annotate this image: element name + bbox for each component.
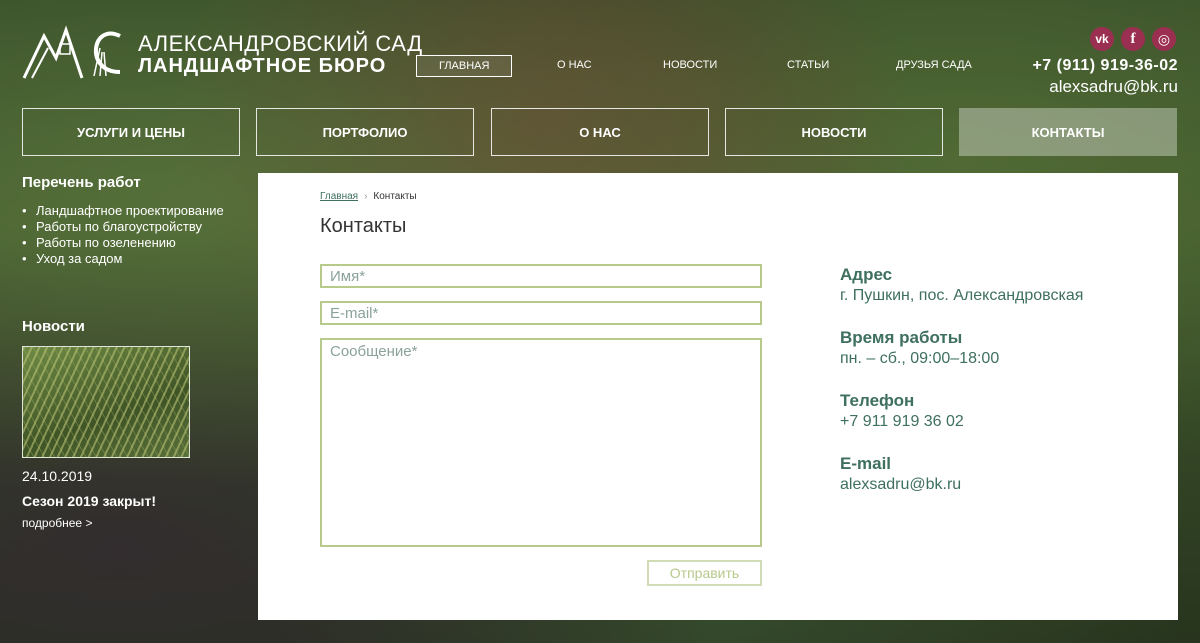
works-item-design[interactable]: Ландшафтное проектирование <box>22 203 224 219</box>
send-button[interactable]: Отправить <box>647 560 762 586</box>
news-more-link[interactable]: подробнее > <box>22 516 92 530</box>
logo-subtitle: ЛАНДШАФТНОЕ БЮРО <box>138 55 387 77</box>
breadcrumb-home[interactable]: Главная <box>320 191 358 202</box>
message-textarea[interactable] <box>320 338 762 547</box>
hours-label: Время работы <box>840 328 963 347</box>
logo-title: АЛЕКСАНДРОВСКИЙ САД <box>138 31 423 56</box>
top-nav-articles[interactable]: СТАТЬИ <box>787 55 829 75</box>
contact-phone: Телефон +7 911 919 36 02 <box>840 391 964 431</box>
works-item-care[interactable]: Уход за садом <box>22 251 224 267</box>
top-nav-about[interactable]: О НАС <box>557 55 592 75</box>
works-list: Ландшафтное проектирование Работы по бла… <box>22 203 224 267</box>
hours-value: пн. – сб., 09:00–18:00 <box>840 350 1000 367</box>
address-value: г. Пушкин, пос. Александровская <box>840 287 1084 304</box>
contact-email: E-mail alexsadru@bk.ru <box>840 454 961 494</box>
breadcrumb-current: Контакты <box>373 191 417 202</box>
works-item-improvement[interactable]: Работы по благоустройству <box>22 219 224 235</box>
contact-hours: Время работы пн. – сб., 09:00–18:00 <box>840 328 999 368</box>
email-input[interactable] <box>320 301 762 325</box>
news-title[interactable]: Сезон 2019 закрыт! <box>22 493 156 509</box>
header-email[interactable]: alexsadru@bk.ru <box>1049 77 1178 97</box>
contact-address: Адрес г. Пушкин, пос. Александровская <box>840 265 1083 305</box>
header-phone[interactable]: +7 (911) 919-36-02 <box>1032 57 1178 75</box>
site-logo[interactable]: АЛЕКСАНДРОВСКИЙ САД ЛАНДШАФТНОЕ БЮРО <box>22 22 422 82</box>
instagram-icon[interactable]: ◎ <box>1152 27 1176 51</box>
logo-mark-icon <box>22 25 121 79</box>
works-item-greening[interactable]: Работы по озеленению <box>22 235 224 251</box>
top-nav-friends[interactable]: ДРУЗЬЯ САДА <box>896 55 972 75</box>
facebook-icon[interactable]: f <box>1121 27 1145 51</box>
main-nav-news[interactable]: НОВОСТИ <box>725 108 943 156</box>
main-nav-contacts[interactable]: КОНТАКТЫ <box>959 108 1177 156</box>
main-nav-services[interactable]: УСЛУГИ И ЦЕНЫ <box>22 108 240 156</box>
name-input[interactable] <box>320 264 762 288</box>
news-section-title: Новости <box>22 318 85 335</box>
phone-value[interactable]: +7 911 919 36 02 <box>840 413 964 431</box>
address-label: Адрес <box>840 265 893 284</box>
breadcrumb-separator-icon: › <box>364 191 368 202</box>
news-thumbnail[interactable] <box>22 346 190 458</box>
works-title: Перечень работ <box>22 174 141 191</box>
top-nav-home[interactable]: ГЛАВНАЯ <box>416 55 513 77</box>
main-nav-portfolio[interactable]: ПОРТФОЛИО <box>256 108 474 156</box>
news-date: 24.10.2019 <box>22 468 93 484</box>
vk-icon[interactable]: vk <box>1090 27 1114 51</box>
email-value[interactable]: alexsadru@bk.ru <box>840 476 961 494</box>
content-panel: Главная › Контакты Контакты Отправить Адре… <box>258 173 1178 620</box>
breadcrumb: Главная › Контакты <box>320 191 417 202</box>
main-nav-about[interactable]: О НАС <box>491 108 709 156</box>
phone-label: Телефон <box>840 391 915 410</box>
top-nav-news[interactable]: НОВОСТИ <box>663 55 717 75</box>
email-label: E-mail <box>840 454 892 473</box>
page-title: Контакты <box>320 215 407 237</box>
